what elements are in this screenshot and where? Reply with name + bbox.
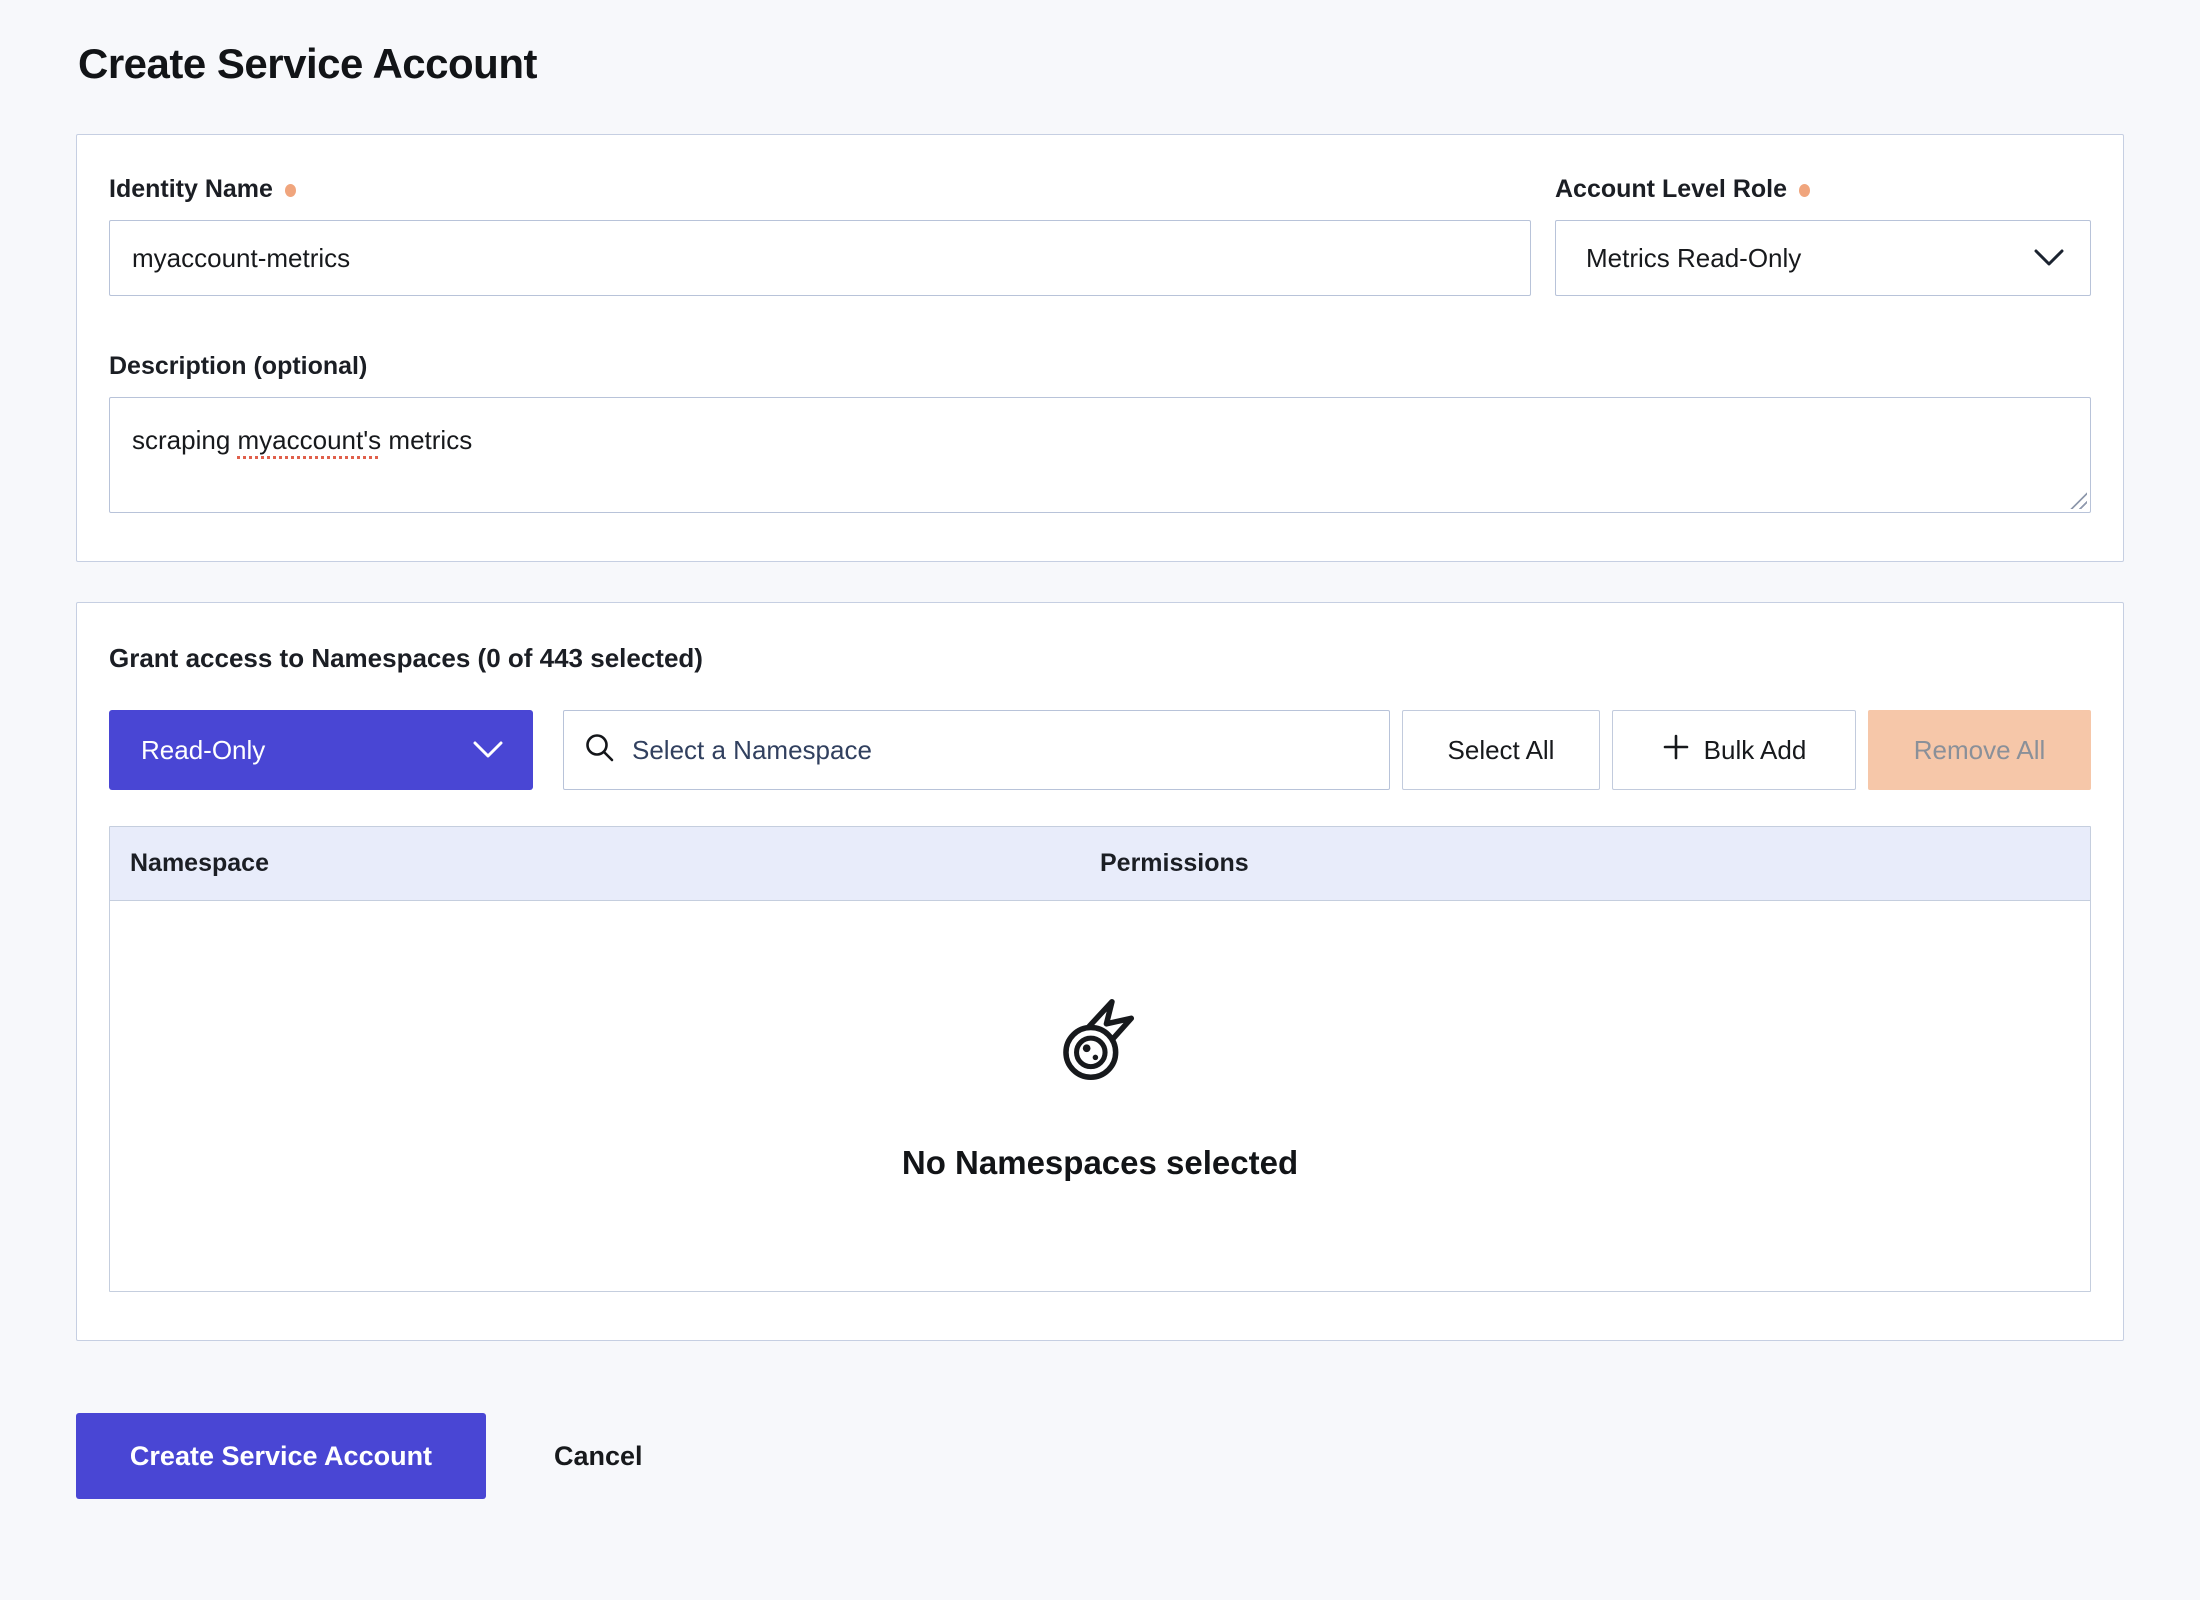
permission-level-value: Read-Only	[141, 735, 265, 766]
identity-name-input[interactable]	[109, 220, 1531, 296]
account-level-role-select[interactable]: Metrics Read-Only	[1555, 220, 2091, 296]
namespaces-table-body: No Namespaces selected	[110, 901, 2090, 1291]
select-all-button[interactable]: Select All	[1402, 710, 1600, 790]
create-service-account-page: Create Service Account Identity Name Acc…	[0, 0, 2200, 1559]
create-service-account-button[interactable]: Create Service Account	[76, 1413, 486, 1499]
namespaces-table-header: Namespace Permissions	[110, 827, 2090, 901]
column-header-namespace: Namespace	[110, 849, 1100, 878]
namespace-search-input[interactable]	[632, 735, 1369, 766]
description-text: metrics	[381, 425, 472, 455]
required-dot-icon	[285, 184, 296, 197]
account-level-role-value: Metrics Read-Only	[1586, 243, 1801, 274]
column-header-permissions: Permissions	[1100, 849, 2090, 878]
account-level-role-label: Account Level Role	[1555, 175, 1787, 204]
namespaces-card: Grant access to Namespaces (0 of 443 sel…	[76, 602, 2124, 1341]
identity-card: Identity Name Account Level Role Metrics…	[76, 134, 2124, 562]
description-label: Description (optional)	[109, 352, 367, 381]
empty-state-text: No Namespaces selected	[902, 1144, 1298, 1182]
resize-handle-icon[interactable]	[2069, 491, 2087, 509]
namespaces-toolbar: Read-Only Select All	[109, 710, 2091, 790]
cancel-button[interactable]: Cancel	[554, 1441, 643, 1472]
namespaces-heading: Grant access to Namespaces (0 of 443 sel…	[109, 643, 2091, 674]
description-text-misspelled: myaccount's	[238, 425, 382, 455]
required-dot-icon	[1799, 184, 1810, 197]
description-text: scraping	[132, 425, 238, 455]
chevron-down-icon	[2034, 243, 2064, 274]
footer-actions: Create Service Account Cancel	[76, 1413, 2124, 1499]
namespace-search	[563, 710, 1390, 790]
empty-state: No Namespaces selected	[902, 999, 1298, 1182]
bulk-add-label: Bulk Add	[1704, 735, 1807, 766]
comet-icon	[1054, 999, 1146, 1096]
bulk-add-button[interactable]: Bulk Add	[1612, 710, 1856, 790]
permission-level-dropdown[interactable]: Read-Only	[109, 710, 533, 790]
chevron-down-icon	[473, 735, 503, 766]
remove-all-label: Remove All	[1914, 735, 2046, 766]
plus-icon	[1662, 733, 1690, 768]
remove-all-button[interactable]: Remove All	[1868, 710, 2091, 790]
description-field-group: Description (optional) scraping myaccoun…	[109, 352, 2091, 513]
page-title: Create Service Account	[78, 40, 2124, 88]
search-icon	[584, 732, 616, 769]
account-level-role-field-group: Account Level Role Metrics Read-Only	[1555, 175, 2091, 296]
identity-name-field-group: Identity Name	[109, 175, 1531, 296]
namespaces-table: Namespace Permissions	[109, 826, 2091, 1292]
identity-name-label: Identity Name	[109, 175, 273, 204]
description-textarea[interactable]: scraping myaccount's metrics	[109, 397, 2091, 513]
select-all-label: Select All	[1448, 735, 1555, 766]
